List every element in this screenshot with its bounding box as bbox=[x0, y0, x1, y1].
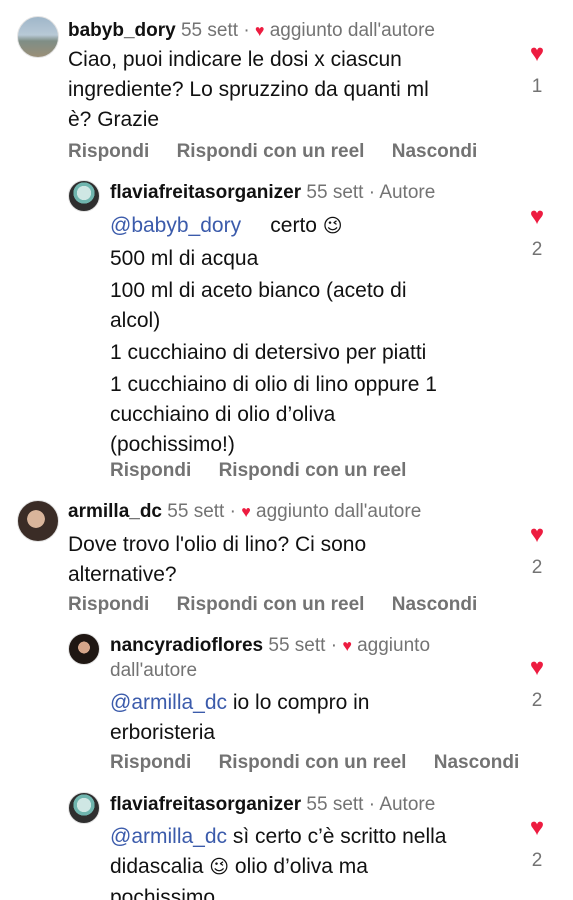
timestamp: 55 sett bbox=[306, 182, 364, 203]
heart-icon[interactable]: ♥ bbox=[517, 656, 557, 680]
comment-header: flaviafreitasorganizer 55 sett · Autore bbox=[110, 794, 436, 815]
reply-button[interactable]: Rispondi bbox=[110, 460, 191, 481]
comment-line: (pochissimo!) bbox=[110, 433, 235, 456]
author-liked-heart-icon: ♥ bbox=[342, 638, 352, 655]
comment-header: nancyradioflores 55 sett · ♥ aggiunto bbox=[110, 635, 431, 656]
comment-line-text: didascalia bbox=[110, 855, 204, 878]
comment-line: @armilla_dc sì certo c’è scritto nella bbox=[110, 822, 446, 852]
author-liked-badge: aggiunto dall'autore bbox=[256, 501, 422, 522]
like-control: ♥ 1 bbox=[517, 42, 557, 98]
heart-icon[interactable]: ♥ bbox=[517, 816, 557, 840]
username[interactable]: flaviafreitasorganizer bbox=[110, 182, 301, 203]
comment-line: 1 cucchiaino di olio di lino oppure 1 bbox=[110, 373, 437, 396]
reply-with-reel-button[interactable]: Rispondi con un reel bbox=[219, 460, 407, 481]
comment-actions: Rispondi Rispondi con un reel Nascondi bbox=[110, 752, 541, 774]
timestamp: 55 sett bbox=[180, 20, 239, 41]
winking-face-icon: 😉 bbox=[322, 216, 343, 237]
username[interactable]: babyb_dory bbox=[68, 20, 176, 41]
username[interactable]: armilla_dc bbox=[68, 501, 162, 522]
heart-icon[interactable]: ♥ bbox=[517, 205, 557, 229]
reply-button[interactable]: Rispondi bbox=[110, 752, 191, 773]
winking-face-icon: 😉 bbox=[209, 857, 230, 878]
comment-line: Dove trovo l'olio di lino? Ci sono bbox=[68, 533, 367, 556]
avatar[interactable] bbox=[17, 16, 59, 58]
comment-line: alternative? bbox=[68, 563, 177, 586]
comment-line-text: olio d’oliva ma bbox=[234, 855, 368, 878]
reply-with-reel-button[interactable]: Rispondi con un reel bbox=[177, 141, 365, 162]
comment-line: 500 ml di acqua bbox=[110, 247, 259, 270]
avatar[interactable] bbox=[68, 180, 100, 212]
like-control: ♥ 2 bbox=[517, 816, 557, 872]
reply-button[interactable]: Rispondi bbox=[68, 141, 149, 162]
author-liked-heart-icon: ♥ bbox=[241, 504, 251, 521]
comment-line: 1 cucchiaino di detersivo per piatti bbox=[110, 341, 427, 364]
reply-button[interactable]: Rispondi bbox=[68, 594, 149, 615]
comment-header: flaviafreitasorganizer 55 sett · Autore bbox=[110, 182, 436, 203]
comment-header: babyb_dory 55 sett · ♥ aggiunto dall'aut… bbox=[68, 20, 435, 41]
username[interactable]: flaviafreitasorganizer bbox=[110, 794, 301, 815]
comment-line: erboristeria bbox=[110, 721, 216, 744]
comment-actions: Rispondi Rispondi con un reel Nascondi bbox=[68, 594, 499, 616]
timestamp: 55 sett bbox=[167, 501, 225, 522]
comment-line-text: certo bbox=[270, 214, 317, 237]
mention-link[interactable]: @armilla_dc bbox=[110, 691, 227, 714]
comment-line: alcol) bbox=[110, 309, 161, 332]
avatar[interactable] bbox=[17, 500, 59, 542]
comment-line: cucchiaino di olio d’oliva bbox=[110, 403, 336, 426]
comment-line: @babyb_dory certo 😉 bbox=[110, 211, 437, 242]
hide-button[interactable]: Nascondi bbox=[392, 594, 478, 615]
hide-button[interactable]: Nascondi bbox=[392, 141, 478, 162]
timestamp: 55 sett bbox=[268, 635, 326, 656]
author-badge: Autore bbox=[379, 182, 436, 203]
author-liked-badge: aggiunto dall'autore bbox=[269, 20, 435, 41]
avatar[interactable] bbox=[68, 633, 100, 665]
heart-icon[interactable]: ♥ bbox=[517, 523, 557, 547]
author-badge: Autore bbox=[379, 794, 436, 815]
comment-line: è? Grazie bbox=[68, 108, 160, 131]
like-control: ♥ 2 bbox=[517, 205, 557, 261]
timestamp: 55 sett bbox=[306, 794, 364, 815]
comment-line-text: io lo compro in bbox=[232, 691, 370, 714]
comment-header: armilla_dc 55 sett · ♥ aggiunto dall'aut… bbox=[68, 501, 422, 522]
heart-icon[interactable]: ♥ bbox=[517, 42, 557, 66]
comment-text: @babyb_dory certo 😉 500 ml di acqua 100 … bbox=[110, 211, 437, 460]
like-count: 1 bbox=[531, 76, 543, 97]
comment-text: Ciao, puoi indicare le dosi x ciascun in… bbox=[68, 45, 429, 135]
reply-with-reel-button[interactable]: Rispondi con un reel bbox=[219, 752, 407, 773]
reply-with-reel-button[interactable]: Rispondi con un reel bbox=[177, 594, 365, 615]
comment-line: didascalia 😉 olio d’oliva ma bbox=[110, 852, 446, 883]
comment-line: Ciao, puoi indicare le dosi x ciascun bbox=[68, 48, 402, 71]
comment-text: @armilla_dc sì certo c’è scritto nella d… bbox=[110, 822, 446, 900]
like-control: ♥ 2 bbox=[517, 656, 557, 712]
author-liked-heart-icon: ♥ bbox=[254, 23, 265, 40]
comment-line-text: sì certo c’è scritto nella bbox=[232, 825, 447, 848]
comment-actions: Rispondi Rispondi con un reel bbox=[110, 460, 428, 482]
like-control: ♥ 2 bbox=[517, 523, 557, 579]
comments-list: babyb_dory 55 sett · ♥ aggiunto dall'aut… bbox=[0, 0, 573, 900]
hide-button[interactable]: Nascondi bbox=[434, 752, 520, 773]
comment-text: @armilla_dc io lo compro in erboristeria bbox=[110, 688, 369, 748]
like-count: 2 bbox=[531, 239, 543, 260]
like-count: 2 bbox=[531, 557, 543, 578]
username[interactable]: nancyradioflores bbox=[110, 635, 263, 656]
comment-actions: Rispondi Rispondi con un reel Nascondi bbox=[68, 141, 499, 163]
author-liked-badge-cont: dall'autore bbox=[110, 660, 198, 681]
comment-line: ingrediente? Lo spruzzino da quanti ml bbox=[68, 78, 429, 101]
like-count: 2 bbox=[531, 690, 543, 711]
like-count: 2 bbox=[531, 850, 543, 871]
mention-link[interactable]: @babyb_dory bbox=[110, 214, 241, 237]
comment-line: 100 ml di aceto bianco (aceto di bbox=[110, 279, 407, 302]
avatar[interactable] bbox=[68, 792, 100, 824]
author-liked-badge: aggiunto bbox=[357, 635, 431, 656]
comment-text: Dove trovo l'olio di lino? Ci sono alter… bbox=[68, 530, 366, 590]
comment-line: @armilla_dc io lo compro in bbox=[110, 688, 369, 718]
comment-line: pochissimo. bbox=[110, 886, 221, 900]
mention-link[interactable]: @armilla_dc bbox=[110, 825, 227, 848]
